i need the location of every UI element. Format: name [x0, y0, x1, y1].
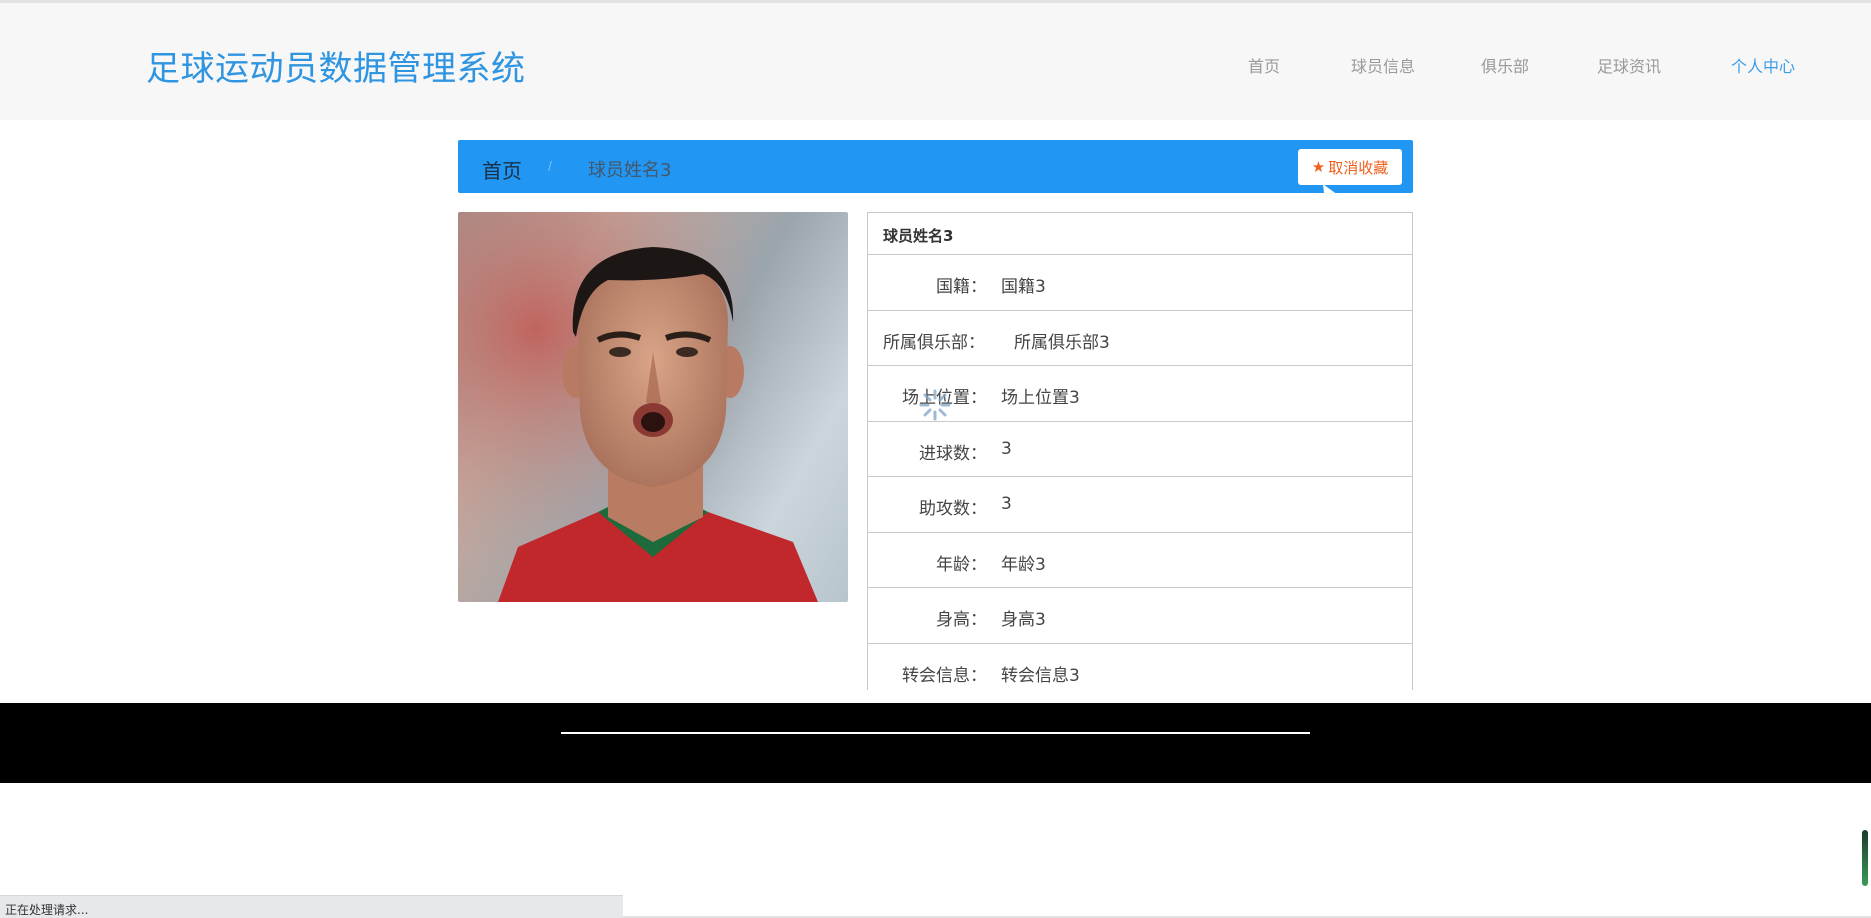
breadcrumb: 首页 / 球员姓名3 ★ 取消收藏 [458, 140, 1413, 193]
info-label: 所属俱乐部： [883, 332, 985, 353]
info-label: 助攻数： [919, 499, 987, 519]
info-label: 进球数： [919, 443, 987, 464]
info-row-assists: 助攻数： 3 [868, 477, 1412, 533]
info-row-age: 年龄： 年龄3 [868, 533, 1412, 588]
nav-news[interactable]: 足球资讯 [1597, 53, 1661, 77]
nav-home[interactable]: 首页 [1248, 53, 1280, 77]
player-name: 球员姓名3 [868, 213, 1412, 255]
scrollbar-thumb[interactable] [1862, 830, 1868, 886]
info-row-club: 所属俱乐部： 所属俱乐部3 [868, 311, 1412, 366]
unfavorite-label: 取消收藏 [1328, 158, 1389, 177]
site-header: 足球运动员数据管理系统 首页 球员信息 俱乐部 足球资讯 个人中心 [0, 3, 1871, 120]
nav-clubs[interactable]: 俱乐部 [1481, 53, 1529, 77]
info-label: 转会信息： [902, 665, 987, 686]
site-footer [0, 703, 1871, 783]
main-nav: 首页 球员信息 俱乐部 足球资讯 个人中心 [0, 53, 1871, 77]
nav-user-center[interactable]: 个人中心 [1731, 53, 1795, 77]
info-value: 转会信息3 [1001, 665, 1080, 686]
info-row-nationality: 国籍： 国籍3 [868, 255, 1412, 311]
info-value: 3 [1001, 438, 1012, 459]
info-row-height: 身高： 身高3 [868, 588, 1412, 644]
info-value: 身高3 [1001, 610, 1046, 630]
info-value: 所属俱乐部3 [1014, 332, 1110, 353]
info-row-goals: 进球数： 3 [868, 422, 1412, 477]
info-label: 年龄： [936, 554, 987, 575]
browser-status-bar: 正在处理请求... [0, 895, 623, 918]
info-value: 国籍3 [1001, 277, 1046, 297]
player-photo [458, 212, 848, 602]
breadcrumb-current: 球员姓名3 [588, 160, 672, 181]
unfavorite-button[interactable]: ★ 取消收藏 [1298, 149, 1402, 185]
nav-players[interactable]: 球员信息 [1351, 53, 1415, 77]
info-label: 身高： [936, 610, 987, 630]
star-icon: ★ [1311, 158, 1326, 176]
info-value: 场上位置3 [1001, 388, 1080, 408]
footer-divider [561, 732, 1310, 734]
loading-spinner-icon [919, 389, 951, 421]
breadcrumb-home[interactable]: 首页 [482, 155, 522, 184]
breadcrumb-separator: / [548, 158, 552, 174]
info-value: 年龄3 [1001, 554, 1046, 575]
player-info-table: 球员姓名3 国籍： 国籍3 所属俱乐部： 所属俱乐部3 场上位置： 场上位置3 … [867, 212, 1413, 690]
info-row-transfer: 转会信息： 转会信息3 [868, 644, 1412, 691]
info-label: 国籍： [936, 277, 987, 297]
info-value: 3 [1001, 494, 1012, 514]
